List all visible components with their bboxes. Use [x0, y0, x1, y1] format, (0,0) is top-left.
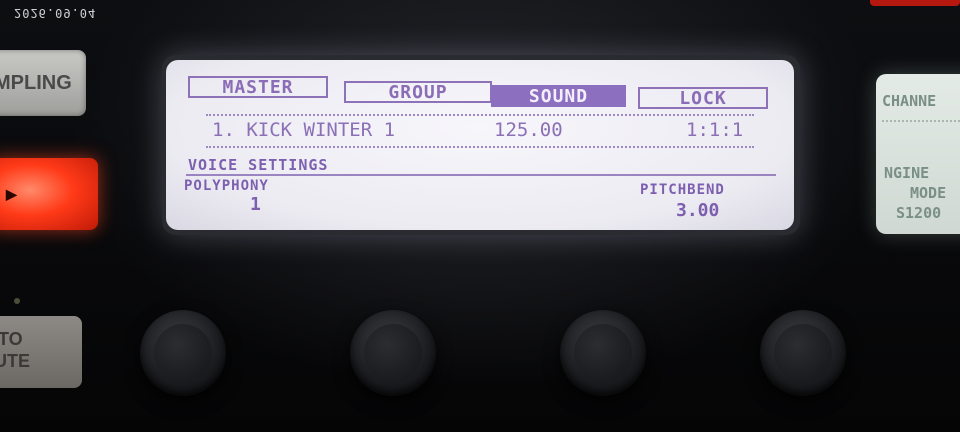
secondary-display: CHANNE NGINE MODE S1200: [876, 74, 960, 234]
status-led: [14, 298, 20, 304]
section-title: VOICE SETTINGS: [188, 156, 329, 174]
knob-4[interactable]: [760, 310, 846, 396]
sound-position: 1:1:1: [686, 119, 744, 141]
play-icon: ▶: [6, 185, 17, 202]
sound-name: 1. KICK WINTER 1: [212, 119, 396, 141]
sound-tempo: 125.00: [494, 119, 563, 141]
knob-3[interactable]: [560, 310, 646, 396]
secondary-line-1: CHANNE: [882, 92, 937, 110]
main-display: MASTER GROUP SOUND LOCK 1. KICK WINTER 1…: [166, 60, 794, 230]
tab-group[interactable]: GROUP: [344, 81, 492, 103]
secondary-dotted: [882, 120, 960, 122]
knob-1[interactable]: [140, 310, 226, 396]
tab-sound[interactable]: SOUND: [491, 85, 626, 107]
mute-button[interactable]: TO UTE: [0, 316, 82, 388]
tab-sound-label: SOUND: [528, 85, 589, 107]
tab-lock[interactable]: LOCK: [638, 87, 768, 109]
tab-master-label: MASTER: [222, 76, 294, 98]
polyphony-value[interactable]: 1: [250, 194, 261, 215]
sampling-button-label: MPLING: [0, 71, 72, 94]
sampling-button[interactable]: MPLING: [0, 50, 86, 116]
play-button[interactable]: ▶: [0, 158, 98, 230]
hardware-scene: 2026.09.04 MPLING ▶ TO UTE MASTER GROUP …: [0, 0, 960, 432]
secondary-line-2: NGINE: [884, 164, 930, 182]
tab-lock-label: LOCK: [679, 87, 727, 109]
knob-2[interactable]: [350, 310, 436, 396]
mute-button-label-2: UTE: [0, 351, 30, 371]
tab-master[interactable]: MASTER: [188, 76, 328, 98]
mute-button-label-1: TO: [0, 329, 23, 349]
secondary-line-4: S1200: [896, 204, 942, 222]
divider-dotted-bottom: [206, 146, 754, 148]
section-divider: [186, 174, 776, 176]
pitchbend-value[interactable]: 3.00: [676, 200, 719, 221]
secondary-line-3: MODE: [910, 184, 947, 202]
tab-group-label: GROUP: [388, 81, 448, 103]
red-indicator-strip: [870, 0, 960, 6]
sound-info-row[interactable]: 1. KICK WINTER 1 125.00 1:1:1: [212, 115, 752, 143]
polyphony-label: POLYPHONY: [184, 178, 269, 194]
date-stamp: 2026.09.04: [14, 6, 97, 20]
pitchbend-label: PITCHBEND: [640, 182, 725, 198]
